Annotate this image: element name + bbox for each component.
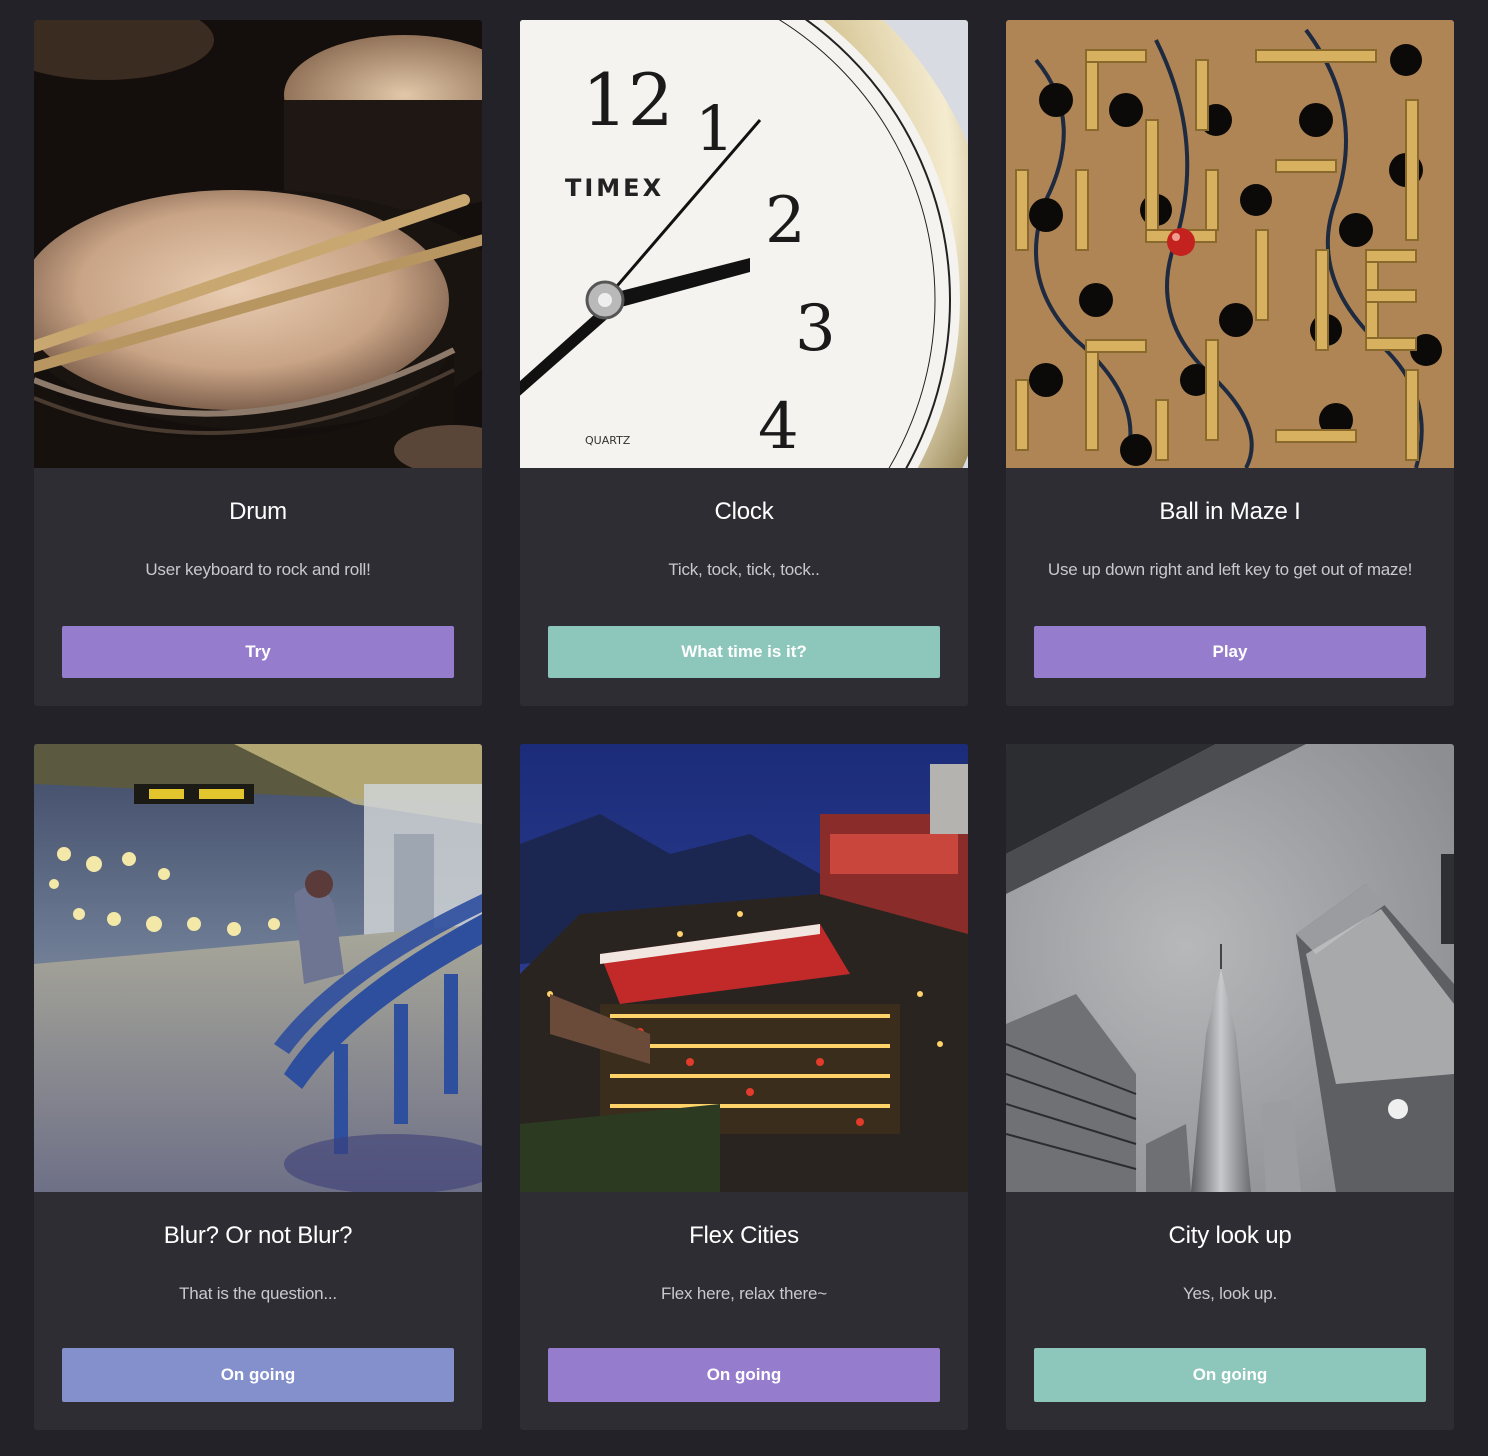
project-card-maze: Ball in Maze I Use up down right and lef…	[1006, 20, 1454, 706]
try-button[interactable]: Try	[62, 626, 454, 678]
drum-image	[34, 20, 482, 468]
card-description: Yes, look up.	[1182, 1284, 1278, 1303]
on-going-button-flex[interactable]: On going	[548, 1348, 940, 1402]
card-title: Clock	[714, 498, 774, 525]
card-title: City look up	[1168, 1222, 1292, 1249]
svg-text:1: 1	[695, 92, 734, 165]
card-description: Tick, tock, tick, tock..	[668, 560, 820, 579]
clock-sub-text: QUARTZ	[585, 434, 631, 447]
card-description: User keyboard to rock and roll!	[145, 560, 371, 579]
project-card-clock: 12 1 2 3 4 TIMEX QUARTZ Clock Tick, tock…	[520, 20, 968, 706]
card-title: Blur? Or not Blur?	[163, 1222, 353, 1249]
project-card-city-look-up: City look up Yes, look up. On going	[1006, 744, 1454, 1430]
on-going-button-blur[interactable]: On going	[62, 1348, 454, 1402]
on-going-button-city[interactable]: On going	[1034, 1348, 1426, 1402]
card-description: Flex here, relax there~	[661, 1284, 827, 1303]
svg-text:4: 4	[758, 390, 799, 464]
card-title: Drum	[229, 498, 287, 525]
play-button[interactable]: Play	[1034, 626, 1426, 678]
svg-text:2: 2	[765, 184, 806, 258]
clock-brand-text: TIMEX	[565, 174, 664, 202]
skyscrapers-image	[1006, 744, 1454, 1192]
project-grid: Drum User keyboard to rock and roll! Try	[0, 0, 1488, 1456]
platform-image	[34, 744, 482, 1192]
svg-text:3: 3	[795, 292, 836, 366]
card-description: That is the question...	[179, 1284, 337, 1303]
card-description: Use up down right and left key to get ou…	[1047, 560, 1413, 579]
what-time-button[interactable]: What time is it?	[548, 626, 940, 678]
maze-image	[1006, 20, 1454, 468]
night-town-image	[520, 744, 968, 1192]
project-card-blur: Blur? Or not Blur? That is the question.…	[34, 744, 482, 1430]
svg-text:12: 12	[582, 58, 674, 142]
card-title: Flex Cities	[689, 1222, 799, 1249]
card-title: Ball in Maze I	[1159, 498, 1301, 525]
project-card-flex-cities: Flex Cities Flex here, relax there~ On g…	[520, 744, 968, 1430]
project-card-drum: Drum User keyboard to rock and roll! Try	[34, 20, 482, 706]
clock-image: 12 1 2 3 4 TIMEX QUARTZ	[520, 20, 968, 468]
